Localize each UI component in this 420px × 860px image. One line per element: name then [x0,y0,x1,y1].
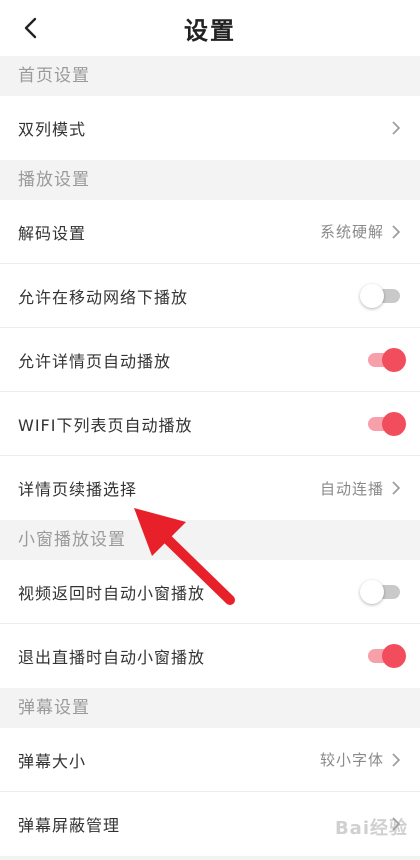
setting-label: 视频返回时自动小窗播放 [18,583,206,603]
setting-label: 退出直播时自动小窗播放 [18,648,206,667]
section-header-playback: 播放设置 [0,160,420,200]
chevron-left-icon [24,17,37,39]
setting-row-mobile-network-play: 允许在移动网络下播放 [0,264,420,328]
section-header-home: 首页设置 [0,56,420,96]
setting-value: 系统硬解 [319,223,384,241]
toggle-switch[interactable] [360,283,402,308]
header-bar: 设置 [0,0,420,56]
chevron-right-icon [392,120,402,136]
setting-label: 弹幕屏蔽管理 [18,816,121,835]
setting-row-decode[interactable]: 解码设置 系统硬解 [0,200,420,264]
watermark-logo: Bai经验 [334,818,408,839]
page-title: 设置 [184,16,236,45]
setting-row-continue-play[interactable]: 详情页续播选择 自动连播 [0,456,420,520]
setting-value: 较小字体 [319,751,384,769]
section-header-mini-window: 小窗播放设置 [0,520,420,560]
chevron-right-icon [392,752,402,768]
chevron-right-icon [392,224,402,240]
toggle-switch[interactable] [360,579,402,604]
setting-label: 解码设置 [18,223,87,243]
setting-label: WIFI下列表页自动播放 [18,415,193,435]
setting-value: 自动连播 [319,479,384,498]
setting-row-live-exit-mini: 退出直播时自动小窗播放 [0,624,420,688]
setting-row-danmaku-size[interactable]: 弹幕大小 较小字体 [0,728,420,792]
setting-row-wifi-list-autoplay: WIFI下列表页自动播放 [0,392,420,456]
setting-row-video-return-mini: 视频返回时自动小窗播放 [0,560,420,624]
section-header-danmaku: 弹幕设置 [0,688,420,728]
toggle-switch[interactable] [362,411,406,436]
toggle-switch[interactable] [362,644,406,668]
setting-label: 双列模式 [18,120,87,139]
setting-label: 允许在移动网络下播放 [18,287,189,307]
setting-row-detail-autoplay: 允许详情页自动播放 [0,328,420,392]
setting-row-dual-column[interactable]: 双列模式 [0,96,420,160]
setting-label: 允许详情页自动播放 [18,351,172,371]
back-button[interactable] [10,8,50,48]
setting-label: 详情页续播选择 [18,480,138,499]
toggle-switch[interactable] [362,347,406,372]
chevron-right-icon [392,480,402,496]
setting-label: 弹幕大小 [18,751,87,771]
